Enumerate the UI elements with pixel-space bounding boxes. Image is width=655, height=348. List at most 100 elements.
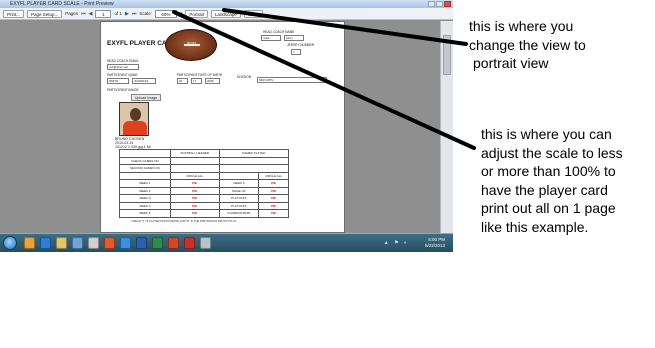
- table-cell: SECOND GAMES ON: [119, 164, 171, 173]
- window-title: EXYFL PLAYER CARD SCALE - Print Preview: [10, 1, 114, 7]
- window-controls: [428, 1, 451, 7]
- system-tray-icons[interactable]: ▲ ⚑ ◐: [384, 240, 409, 246]
- player-photo-head: [130, 108, 141, 121]
- scale-select[interactable]: 60%: [154, 9, 177, 18]
- participant-name-label: PARTICIPANT NAME: [107, 73, 138, 77]
- football-lace: [184, 44, 200, 46]
- next-page-icon[interactable]: ▶: [125, 11, 129, 17]
- head-coach-email-label: HEAD COACH EMAIL: [107, 59, 139, 63]
- portrait-button[interactable]: Portrait: [185, 9, 208, 18]
- division-label: DIVISION: [237, 75, 251, 79]
- vertical-scrollbar[interactable]: [440, 21, 453, 233]
- page-number-input[interactable]: 1: [95, 9, 112, 18]
- annotation-line: like this example.: [481, 218, 589, 235]
- annotation-line: this is where you can: [481, 126, 612, 142]
- preview-background-left: [0, 21, 100, 233]
- prev-page-icon[interactable]: ◀: [89, 11, 93, 17]
- scrollbar-thumb[interactable]: [443, 35, 451, 75]
- close-button[interactable]: Close: [243, 9, 264, 18]
- table-cell: CHECK GAMES ON: [119, 156, 171, 165]
- table-header-row: SOFTBALL HEADER GAMES PLAYED: [119, 149, 289, 158]
- table-row: WEEK 1 P/E WEEK 5 P/E: [119, 179, 289, 188]
- photo-caption: BRUNO CHOSEN 2010-03-14 101212 1 430.jpg…: [115, 137, 151, 150]
- chevron-down-icon[interactable]: ▾: [180, 11, 183, 17]
- table-cell: WEEK 3: [119, 194, 171, 203]
- annotation-line: this is where you: [469, 18, 574, 34]
- jersey-label: JERSEY NUMBER: [287, 43, 315, 47]
- internet-explorer-icon[interactable]: [40, 237, 51, 249]
- coach-email-field: cvb@sbcc.net: [107, 64, 139, 70]
- pages-label: Pages: [65, 11, 79, 16]
- table-cell: P/E: [258, 186, 289, 195]
- table-cell: WEEK 4: [119, 201, 171, 210]
- powerpoint-icon[interactable]: [168, 237, 179, 249]
- dob-day-field: 17: [191, 78, 202, 84]
- table-cell: P/E: [258, 194, 289, 203]
- player-first-field: SMITH: [107, 78, 129, 84]
- dob-year-field: 2006: [205, 78, 220, 84]
- head-coach-name-label: HEAD COACH NAME: [263, 30, 295, 34]
- table-header-cell: GAMES PLAYED: [218, 149, 289, 158]
- system-clock[interactable]: 5:00 PM 5/22/2013: [425, 237, 445, 249]
- table-row: WEEK 5 P/E CHAMPIONSHIP P/E: [119, 209, 289, 218]
- browser-icon[interactable]: [24, 237, 35, 249]
- preview-background-right: [345, 21, 440, 233]
- annotation-line: portrait view: [473, 55, 549, 71]
- table-cell: PLAYOFFS: [218, 194, 260, 203]
- upload-image-button[interactable]: Upload Image: [131, 94, 161, 101]
- table-cell: P/E: [258, 201, 289, 210]
- table-cell: P/E: [169, 201, 220, 210]
- last-page-icon[interactable]: ⏭: [132, 11, 137, 17]
- table-cell: [169, 164, 220, 173]
- table-cell: P/E: [169, 186, 220, 195]
- app-icon[interactable]: [88, 237, 99, 249]
- table-cell: PLAYOFFS: [218, 201, 260, 210]
- table-row: WEEK 3 P/E PLAYOFFS P/E: [119, 194, 289, 203]
- table-row: WEEK 2 P/E MAKE UP P/E: [119, 186, 289, 195]
- photo-label: PARTICIPANT IMAGE: [107, 88, 139, 92]
- table-cell: WEEK 1: [119, 179, 171, 188]
- windows-taskbar: ▲ ⚑ ◐ 5:00 PM 5/22/2013: [0, 233, 453, 252]
- table-cell: P/E: [169, 209, 220, 218]
- word-icon[interactable]: [136, 237, 147, 249]
- player-photo-shirt: [123, 121, 147, 135]
- maximize-icon[interactable]: [436, 1, 443, 7]
- annotation-line: print out all on 1 page: [481, 200, 616, 216]
- first-page-icon[interactable]: ⏮: [81, 11, 86, 17]
- table-cell: P/E: [169, 179, 220, 188]
- scale-label: Scale:: [139, 11, 152, 16]
- page-setup-button[interactable]: Page Setup...: [27, 9, 63, 18]
- close-window-icon[interactable]: [444, 1, 451, 7]
- print-button[interactable]: Print...: [3, 9, 25, 18]
- annotation-line: adjust the scale to less: [481, 144, 623, 161]
- jersey-field: 7: [291, 49, 301, 55]
- table-cell: [218, 164, 289, 173]
- table-cell: WEEK 5: [119, 209, 171, 218]
- window-titlebar: EXYFL PLAYER CARD SCALE - Print Preview: [0, 0, 453, 8]
- annotation-line: or more than 100% to: [481, 163, 616, 179]
- annotation-line: have the player card: [481, 181, 608, 198]
- table-footnote: CIRCLE "P" IF PLAYER PARTICIPATED AND "E…: [131, 220, 237, 223]
- table-row: WEEK 4 P/E PLAYOFFS P/E: [119, 201, 289, 210]
- media-icon[interactable]: [104, 237, 115, 249]
- folder-icon[interactable]: [56, 237, 67, 249]
- start-button-icon[interactable]: [3, 236, 17, 250]
- page-of-label: of 1: [114, 11, 122, 16]
- table-row: SECOND GAMES ON: [119, 164, 289, 173]
- division-field: MKN MPS: [257, 77, 327, 83]
- table-cell: [119, 171, 171, 180]
- landscape-button[interactable]: Landscape: [210, 9, 241, 18]
- pdf-icon[interactable]: [184, 237, 195, 249]
- table-cell: [218, 156, 289, 165]
- table-cell: P/E: [169, 194, 220, 203]
- app-icon[interactable]: [120, 237, 131, 249]
- minimize-icon[interactable]: [428, 1, 435, 7]
- app-icon[interactable]: [200, 237, 211, 249]
- table-cell: CIRCLE ALL: [169, 171, 220, 180]
- table-cell: [169, 156, 220, 165]
- excel-icon[interactable]: [152, 237, 163, 249]
- table-header-cell: [119, 149, 171, 158]
- app-icon[interactable]: [72, 237, 83, 249]
- table-cell: WEEK 2: [119, 186, 171, 195]
- print-preview-screenshot: EXYFL PLAYER CARD SCALE - Print Preview …: [0, 0, 453, 252]
